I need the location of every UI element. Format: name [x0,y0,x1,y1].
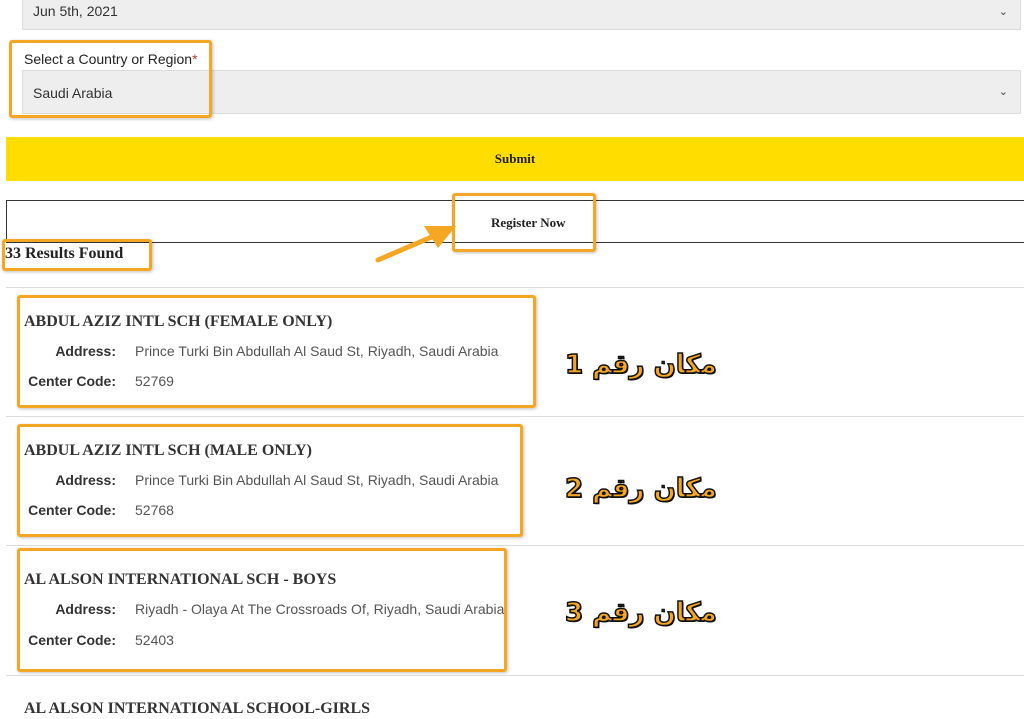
annotation-place-1: مكان رقم 1 [564,349,717,381]
chevron-down-icon: ⌄ [998,6,1008,18]
register-bar: Register Now [6,200,1024,243]
address-value: Riyadh - Olaya At The Crossroads Of, Riy… [135,601,505,617]
country-select-value: Saudi Arabia [33,85,113,101]
center-code-value: 52403 [135,632,174,648]
required-mark: * [192,51,198,67]
address-value: Prince Turki Bin Abdullah Al Saud St, Ri… [135,343,499,359]
arrow-annotation [375,226,456,263]
results-count: 33 Results Found [5,245,124,262]
center-name: AL ALSON INTERNATIONAL SCHOOL-GIRLS [24,700,371,717]
date-select[interactable]: Jun 5th, 2021 ⌄ [22,0,1021,30]
submit-button[interactable]: Submit [6,137,1024,181]
center-code-label: Center Code: [28,502,116,518]
center-name: ABDUL AZIZ INTL SCH (FEMALE ONLY) [24,313,333,330]
center-code-value: 52769 [135,373,174,389]
chevron-down-icon: ⌄ [998,86,1008,98]
country-select[interactable]: Saudi Arabia ⌄ [22,70,1021,114]
country-label-text: Select a Country or Region [24,51,193,67]
address-label: Address: [55,343,116,359]
center-code-label: Center Code: [28,373,116,389]
list-divider [6,545,1024,546]
list-top-divider [6,287,1024,288]
date-select-value: Jun 5th, 2021 [33,3,118,19]
address-label: Address: [55,472,116,488]
list-divider [6,675,1024,676]
center-name: AL ALSON INTERNATIONAL SCH - BOYS [24,571,337,588]
center-name: ABDUL AZIZ INTL SCH (MALE ONLY) [24,442,312,459]
center-code-label: Center Code: [28,632,116,648]
annotation-place-3: مكان رقم 3 [564,597,717,629]
address-label: Address: [55,601,116,617]
list-divider [6,416,1024,417]
register-now-button[interactable]: Register Now [491,215,566,231]
center-code-value: 52768 [135,502,174,518]
annotation-place-2: مكان رقم 2 [564,473,717,505]
country-field-label: Select a Country or Region* [24,51,198,67]
address-value: Prince Turki Bin Abdullah Al Saud St, Ri… [135,472,499,488]
